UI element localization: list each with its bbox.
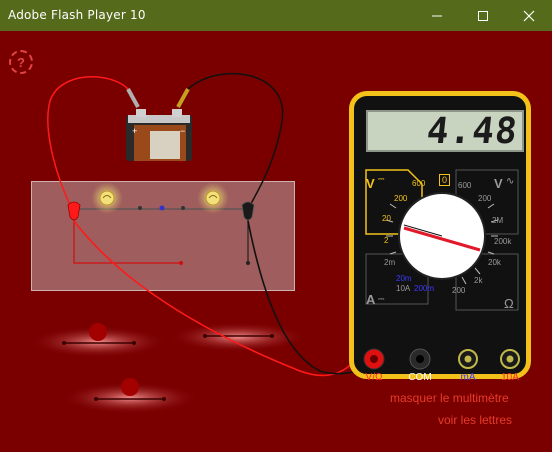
black-probe-clip[interactable] <box>241 201 255 221</box>
amp-range-2m[interactable]: 2m <box>384 258 395 267</box>
selector-panel <box>365 169 519 311</box>
amp-range-10A[interactable]: 10A <box>396 284 410 293</box>
ac-symbol: ∿ <box>506 176 515 187</box>
maximize-icon <box>478 10 488 21</box>
display-value: 4.48 <box>425 110 521 152</box>
ac-range-600[interactable]: 600 <box>458 181 471 190</box>
dc-symbol: ⎓ <box>378 174 385 183</box>
minimize-button[interactable] <box>414 0 460 31</box>
off-position[interactable]: 0 <box>439 174 451 186</box>
show-letters-link[interactable]: voir les lettres <box>438 413 512 427</box>
red-probe-clip[interactable] <box>67 201 81 221</box>
bulb-right[interactable] <box>197 182 229 214</box>
ohm-range-200[interactable]: 200 <box>452 286 465 295</box>
bulb-left[interactable] <box>91 182 123 214</box>
jack-com-label: COM <box>408 372 432 383</box>
minimize-icon <box>432 15 442 16</box>
dc-range-2[interactable]: 2 <box>384 236 388 245</box>
multimeter[interactable]: 4.48 V ⎓ 600 200 20 2 0 600 200 V ∿ 2M 2… <box>349 91 531 383</box>
dc-range-200[interactable]: 200 <box>394 194 407 203</box>
ohm-range-200k[interactable]: 200k <box>494 237 511 246</box>
amp-label: A <box>366 292 376 307</box>
battery-plus-label: + <box>132 126 137 136</box>
dc-range-600[interactable]: 600 <box>412 179 425 188</box>
title-bar: Adobe Flash Player 10 <box>0 0 552 31</box>
battery[interactable]: + − <box>126 109 192 161</box>
close-icon <box>523 10 535 21</box>
close-button[interactable] <box>506 0 552 31</box>
jack-volt-ohm-label: V/Ω <box>365 372 383 383</box>
maximize-button[interactable] <box>460 0 506 31</box>
amp-range-200m[interactable]: 200m <box>414 284 434 293</box>
ohm-label: Ω <box>504 296 514 311</box>
amp-dc-symbol: ⎓ <box>378 294 385 303</box>
ohm-range-20k[interactable]: 20k <box>488 258 501 267</box>
jacks-row <box>363 348 520 370</box>
ohm-range-2M[interactable]: 2M <box>492 216 503 225</box>
jack-ma-label: mA <box>460 372 476 383</box>
ac-volt-label: V <box>494 176 503 191</box>
dc-range-20[interactable]: 20 <box>382 214 391 223</box>
multimeter-display: 4.48 <box>366 110 524 152</box>
hide-multimeter-link[interactable]: masquer le multimètre <box>390 391 509 405</box>
ac-range-200[interactable]: 200 <box>478 194 491 203</box>
jack-10a-label: 10A <box>501 372 519 383</box>
battery-minus-label: − <box>180 126 185 136</box>
ohm-range-2k[interactable]: 2k <box>474 276 482 285</box>
dc-volt-label: V <box>366 176 375 191</box>
flash-stage: ? + − 4.48 V ⎓ 600 200 20 2 0 600 200 V … <box>0 31 552 452</box>
amp-range-20m[interactable]: 20m <box>396 274 412 283</box>
window-title: Adobe Flash Player 10 <box>8 8 146 22</box>
